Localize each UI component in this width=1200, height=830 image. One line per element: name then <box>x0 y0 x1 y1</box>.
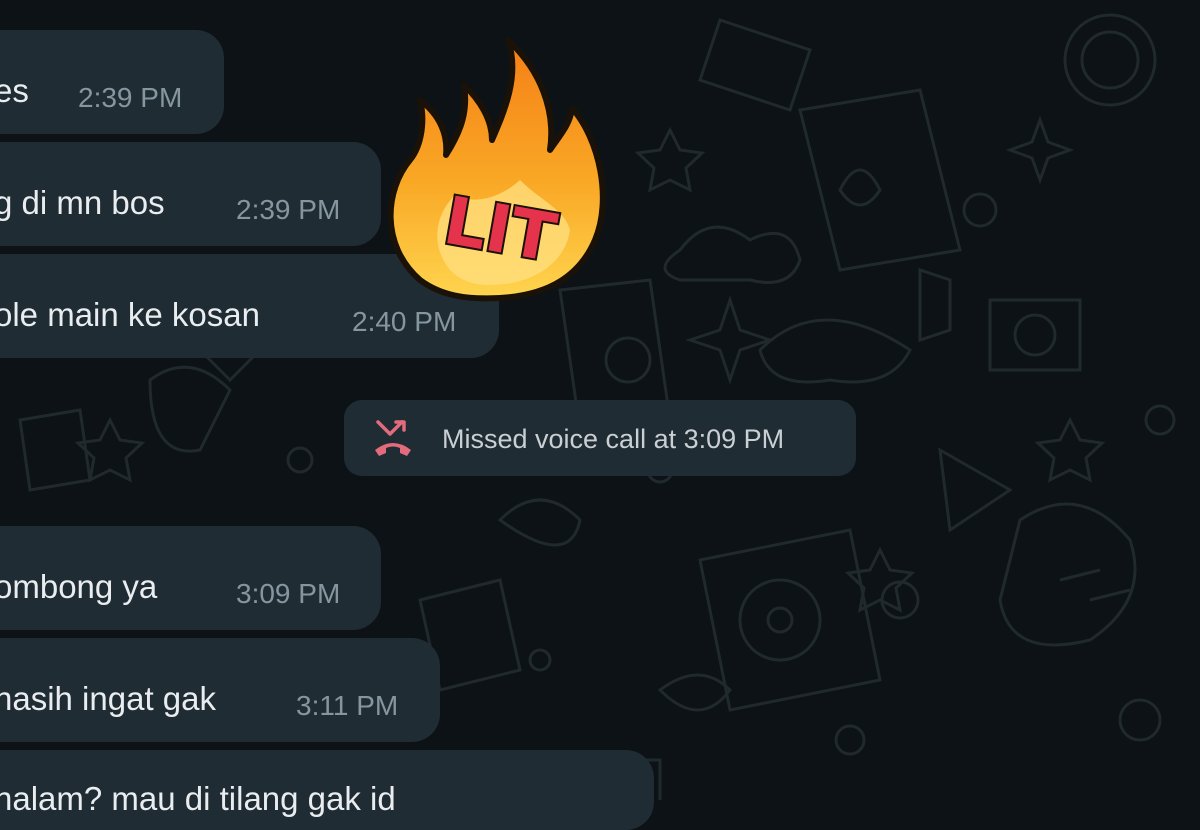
message-bubble[interactable]: ombong ya 3:09 PM <box>0 526 381 630</box>
message-time: 3:11 PM <box>296 690 399 721</box>
message-text: nalam? mau di tilang gak id <box>0 780 396 817</box>
message-time: 2:39 PM <box>78 82 183 113</box>
missed-call-icon <box>375 420 411 456</box>
message-text: es <box>0 72 29 109</box>
message-time: 2:40 PM <box>352 306 457 337</box>
message-text: g di mn bos <box>0 184 165 221</box>
message-time: 3:09 PM <box>236 578 341 609</box>
message-bubble[interactable]: es 2:39 PM <box>0 30 224 134</box>
message-text: nasih ingat gak <box>0 680 216 717</box>
missed-call-notice[interactable]: Missed voice call at 3:09 PM <box>344 400 856 476</box>
message-text: ole main ke kosan <box>0 296 260 333</box>
message-time: 2:39 PM <box>236 194 341 225</box>
message-bubble[interactable]: g di mn bos 2:39 PM <box>0 142 381 246</box>
lit-fire-sticker[interactable]: LIT <box>380 30 620 310</box>
message-text: ombong ya <box>0 568 158 605</box>
message-bubble[interactable]: nalam? mau di tilang gak id <box>0 750 654 830</box>
missed-call-text: Missed voice call at 3:09 PM <box>442 424 785 454</box>
message-bubble[interactable]: nasih ingat gak 3:11 PM <box>0 638 440 742</box>
